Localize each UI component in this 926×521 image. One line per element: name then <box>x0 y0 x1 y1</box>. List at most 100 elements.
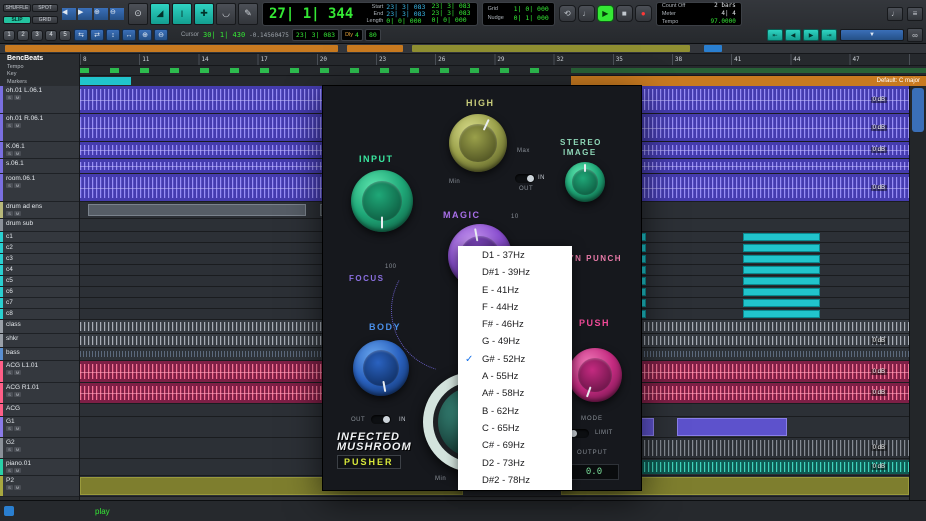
tool-button-trim[interactable]: ◢ <box>150 2 170 25</box>
solo-mute-button[interactable]: S <box>6 447 13 452</box>
zoom-button[interactable]: ◀ <box>62 7 76 20</box>
transport-record[interactable]: ● <box>634 5 652 22</box>
dropdown-item[interactable]: A - 55Hz <box>458 368 572 385</box>
track-row[interactable]: s.06.1 <box>0 159 79 174</box>
solo-mute-button[interactable]: M <box>14 370 21 375</box>
dropdown-item[interactable]: D1 - 37Hz <box>458 247 572 264</box>
bar-number[interactable]: 20 <box>317 54 376 65</box>
field-value[interactable]: 0| 0| 000 <box>386 17 421 25</box>
output-value[interactable]: 0.0 <box>569 464 619 480</box>
tool-button-grabber[interactable]: ✚ <box>194 2 214 25</box>
dropdown-item[interactable]: F# - 46Hz <box>458 316 572 333</box>
zoom-preset-button[interactable]: ↔ <box>122 29 136 41</box>
solo-mute-button[interactable]: S <box>6 485 13 490</box>
bar-number[interactable]: 44 <box>790 54 849 65</box>
zoom-preset-button[interactable]: ⊕ <box>138 29 152 41</box>
dropdown-item[interactable]: B - 62Hz <box>458 403 572 420</box>
session-value[interactable]: 97.0000 <box>711 18 736 25</box>
transport-button[interactable]: ⟲ <box>558 5 576 22</box>
solo-mute-button[interactable]: S <box>6 211 13 216</box>
transport-play[interactable]: ▶ <box>596 5 614 22</box>
track-row[interactable]: room.06.1 S M <box>0 174 79 202</box>
track-row[interactable]: K.06.1 S M <box>0 142 79 159</box>
high-knob[interactable] <box>449 114 507 172</box>
solo-mute-button[interactable]: S <box>6 183 13 188</box>
mini-transport-button[interactable]: ◀ <box>785 29 801 41</box>
track-row[interactable]: c7 <box>0 298 79 309</box>
session-value[interactable]: 2 bars <box>714 2 736 9</box>
bars-ruler[interactable]: 8 11 14 17 20 23 26 29 32 35 38 41 44 47 <box>80 54 926 66</box>
zoom-preset-button[interactable]: ⇆ <box>74 29 88 41</box>
track-row[interactable]: oh.01 R.06.1 S M <box>0 114 79 142</box>
grid-value[interactable]: 1| 0| 000 <box>514 5 549 13</box>
mode-button-slip[interactable]: SLIP <box>3 15 31 24</box>
memory-preset-button[interactable]: 5 <box>59 29 71 41</box>
solo-mute-button[interactable]: M <box>14 468 21 473</box>
solo-mute-button[interactable]: S <box>6 392 13 397</box>
tool-button-scrubber[interactable]: ◡ <box>216 2 236 25</box>
solo-mute-button[interactable]: M <box>14 151 21 156</box>
ruler-label[interactable]: Markers <box>0 78 79 86</box>
input-knob[interactable] <box>351 170 413 232</box>
push-knob[interactable] <box>568 348 622 402</box>
bar-number[interactable]: 41 <box>731 54 790 65</box>
tool-button-pencil[interactable]: ✎ <box>238 2 258 25</box>
track-row[interactable]: class <box>0 320 79 334</box>
solo-mute-button[interactable]: M <box>14 392 21 397</box>
timeline-overview[interactable] <box>0 44 926 54</box>
track-row[interactable]: c4 <box>0 265 79 276</box>
chip-value[interactable]: 4 <box>355 31 359 39</box>
mode-button-spot[interactable]: SPOT <box>32 3 58 12</box>
solo-mute-button[interactable]: M <box>14 95 21 100</box>
tool-button-selector[interactable]: I <box>172 2 192 25</box>
mode-button-grid[interactable]: GRID <box>32 15 58 24</box>
sub-counter[interactable]: 0| 0| 000 <box>431 17 470 24</box>
scrollbar-thumb[interactable] <box>912 88 924 132</box>
midi-icon-button[interactable]: ♩ <box>887 6 903 21</box>
track-row[interactable]: c8 <box>0 309 79 320</box>
high-in-out-toggle[interactable] <box>515 174 535 183</box>
memory-preset-button[interactable]: 2 <box>17 29 29 41</box>
chip-value[interactable]: 23| 3| 083 <box>296 31 335 39</box>
track-row[interactable]: c5 <box>0 276 79 287</box>
bar-number[interactable]: 38 <box>672 54 731 65</box>
solo-mute-button[interactable]: S <box>6 370 13 375</box>
grid-indicator[interactable] <box>4 506 14 516</box>
track-view-dropdown[interactable]: ▼ <box>840 29 904 41</box>
track-row[interactable]: c6 <box>0 287 79 298</box>
solo-mute-button[interactable]: M <box>14 123 21 128</box>
session-value[interactable]: 4| 4 <box>721 10 735 17</box>
solo-mute-button[interactable]: M <box>14 183 21 188</box>
chip-value[interactable]: 80 <box>369 31 377 39</box>
tempo-ruler[interactable] <box>80 66 926 76</box>
dropdown-item[interactable]: G - 49Hz <box>458 333 572 350</box>
overview-segment[interactable] <box>4 45 338 52</box>
bar-number[interactable]: 32 <box>554 54 613 65</box>
nudge-value[interactable]: 0| 1| 000 <box>514 14 549 22</box>
bar-number[interactable]: 11 <box>139 54 198 65</box>
solo-mute-button[interactable]: M <box>14 485 21 490</box>
memory-preset-button[interactable]: 3 <box>31 29 43 41</box>
dropdown-item[interactable]: E - 41Hz <box>458 282 572 299</box>
zoom-preset-button[interactable]: ↕ <box>106 29 120 41</box>
track-row[interactable]: bass <box>0 348 79 361</box>
zoom-button[interactable]: ⊕ <box>94 7 108 20</box>
memory-preset-button[interactable]: 4 <box>45 29 57 41</box>
dropdown-item[interactable]: D#2 - 78Hz <box>458 472 572 489</box>
mini-transport-button[interactable]: ⇥ <box>821 29 837 41</box>
track-row[interactable]: ACG <box>0 404 79 417</box>
track-row[interactable]: drum ad ens S M <box>0 202 79 219</box>
bar-number[interactable]: 26 <box>435 54 494 65</box>
track-row[interactable]: c1 <box>0 232 79 243</box>
overview-segment[interactable] <box>412 45 690 52</box>
tool-button-zoomer[interactable]: ⊙ <box>128 2 148 25</box>
bar-number[interactable]: 14 <box>198 54 257 65</box>
zoom-preset-button[interactable]: ⊖ <box>154 29 168 41</box>
mini-transport-button[interactable]: ⇤ <box>767 29 783 41</box>
track-row[interactable]: drum sub <box>0 219 79 232</box>
track-row[interactable]: G1 S M <box>0 417 79 438</box>
body-knob[interactable] <box>353 340 409 396</box>
transport-button[interactable]: ♩ <box>577 5 595 22</box>
ruler-label[interactable]: Key <box>0 70 79 78</box>
bar-number[interactable]: 17 <box>258 54 317 65</box>
